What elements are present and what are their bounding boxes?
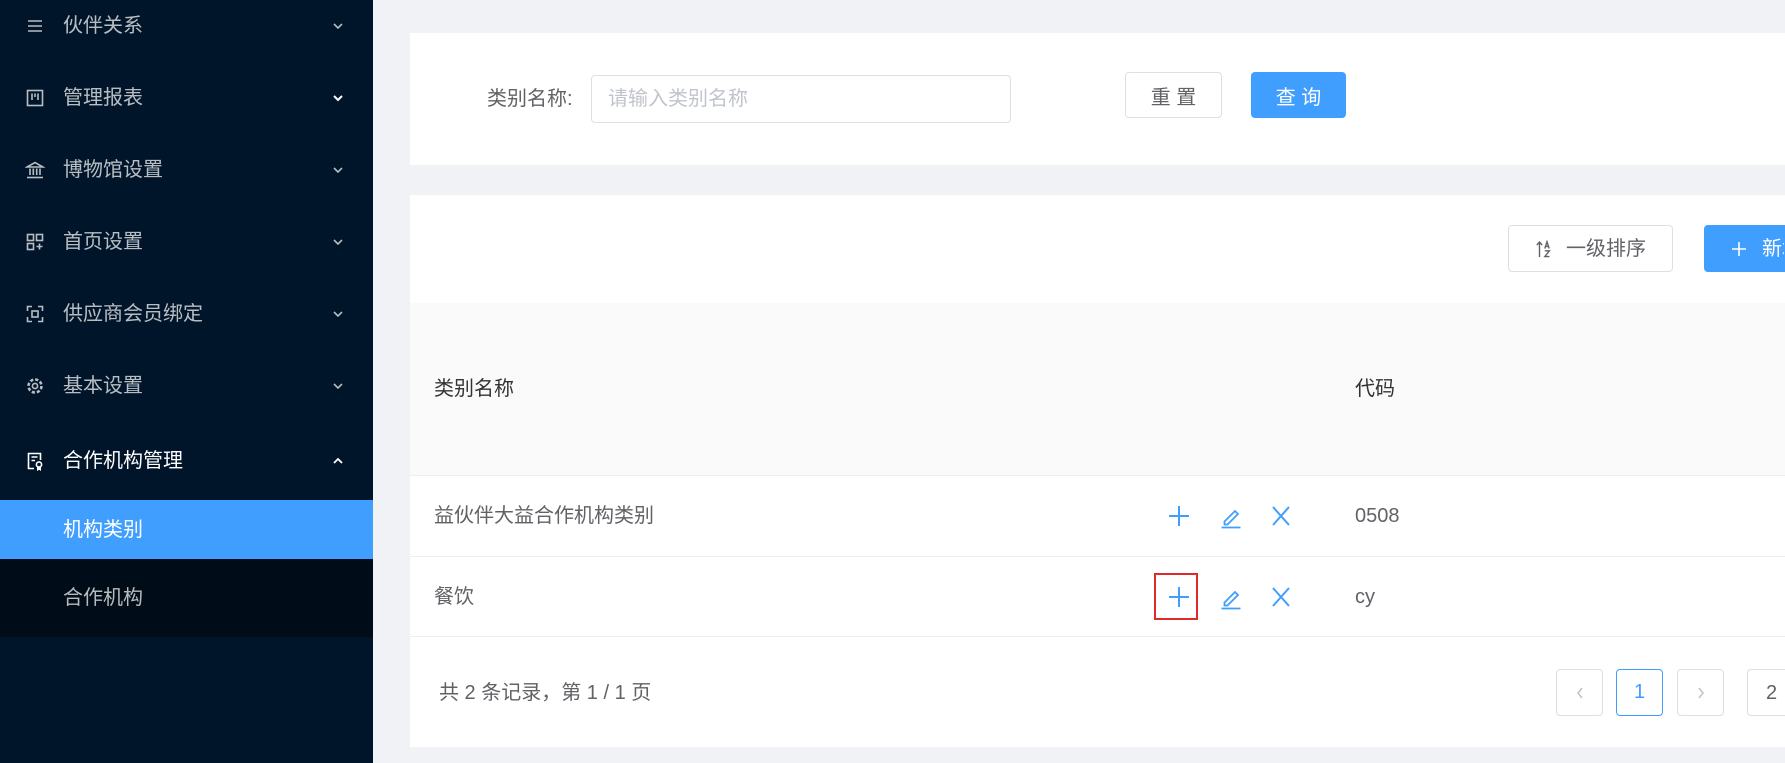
sidebar-item-label: 合作机构管理 [63,450,183,472]
add-button-label: 新增 [1762,237,1784,260]
submenu-partner-org: 机构类别 合作机构 [0,500,373,637]
layout-icon [25,232,45,252]
chevron-right-icon [1697,687,1704,698]
chevron-down-icon [331,91,345,105]
category-name-label: 类别名称: [487,88,573,110]
sidebar-item-museum-settings[interactable]: 博物馆设置 [0,134,373,206]
sidebar-item-basic-settings[interactable]: 基本设置 [0,350,373,422]
close-icon[interactable] [1268,584,1294,610]
sidebar-item-label: 管理报表 [63,87,143,109]
edit-icon[interactable] [1218,503,1244,529]
certificate-icon [25,451,45,471]
sidebar-item-home-settings[interactable]: 首页设置 [0,206,373,278]
sidebar-item-label: 首页设置 [63,231,143,253]
sort-alpha-icon [1535,239,1553,259]
plus-icon [1730,240,1748,258]
level-one-sort-button[interactable]: 一级排序 [1508,225,1673,272]
close-icon[interactable] [1268,503,1294,529]
category-name-cell: 餐饮 [434,585,474,608]
sidebar-item-partner-org-management[interactable]: 合作机构管理 [0,422,373,500]
category-name-cell: 益伙伴大益合作机构类别 [434,505,654,527]
page-size-select[interactable]: 2 [1747,669,1785,716]
sidebar-item-org-category[interactable]: 机构类别 [0,500,373,559]
pagination-summary: 共 2 条记录，第 1 / 1 页 [439,682,652,704]
chevron-down-icon [331,163,345,177]
sort-button-label: 一级排序 [1566,237,1646,260]
sidebar-menu: 伙伴关系 管理报表 博物馆设置 首页设置 供应商会员绑定 基本设置 合作机构管理… [0,0,373,637]
search-panel: 类别名称: 重 置 查 询 [410,33,1785,165]
binding-icon [25,304,45,324]
sidebar-item-partners[interactable]: 伙伴关系 [0,0,373,62]
chevron-down-icon [331,235,345,249]
plus-icon[interactable] [1166,584,1192,610]
code-cell: 0508 [1355,505,1400,527]
chevron-up-icon [331,454,345,468]
table-row[interactable]: 益伙伴大益合作机构类别 0508 [410,476,1785,557]
chevron-down-icon [331,19,345,33]
chevron-left-icon [1576,687,1583,698]
table-header: 类别名称 代码 [410,303,1785,476]
gear-icon [25,376,45,396]
category-name-input[interactable] [591,75,1011,123]
prev-page-button[interactable] [1556,669,1603,716]
reset-button[interactable]: 重 置 [1125,72,1222,118]
sidebar-item-partner-org[interactable]: 合作机构 [0,559,373,637]
page-size-value: 2 [1766,681,1778,704]
column-header-category-name[interactable]: 类别名称 [434,379,514,399]
query-button[interactable]: 查 询 [1251,72,1346,118]
chevron-down-icon [331,379,345,393]
sidebar-item-label: 机构类别 [63,518,143,541]
sidebar-item-label: 博物馆设置 [63,159,163,181]
sidebar-item-label: 伙伴关系 [63,15,143,37]
table-panel: 一级排序 新增 类别名称 代码 益伙伴大益合作机构类别 0508 餐饮 [410,195,1785,747]
menu-icon [25,16,45,36]
sidebar-item-reports[interactable]: 管理报表 [0,62,373,134]
edit-icon[interactable] [1218,584,1244,610]
sidebar-item-supplier-binding[interactable]: 供应商会员绑定 [0,278,373,350]
sidebar-item-label: 供应商会员绑定 [63,303,203,325]
add-button[interactable]: 新增 [1704,225,1785,272]
column-header-code[interactable]: 代码 [1355,379,1395,399]
page-button-current[interactable]: 1 [1616,669,1663,716]
plus-icon[interactable] [1166,503,1192,529]
sidebar-item-label: 基本设置 [63,375,143,397]
table-row[interactable]: 餐饮 cy [410,557,1785,637]
sidebar-item-label: 合作机构 [63,587,143,609]
sidebar: 伙伴关系 管理报表 博物馆设置 首页设置 供应商会员绑定 基本设置 合作机构管理… [0,0,373,763]
chevron-down-icon [331,307,345,321]
museum-icon [25,160,45,180]
code-cell: cy [1355,585,1375,608]
next-page-button[interactable] [1677,669,1724,716]
report-icon [25,88,45,108]
